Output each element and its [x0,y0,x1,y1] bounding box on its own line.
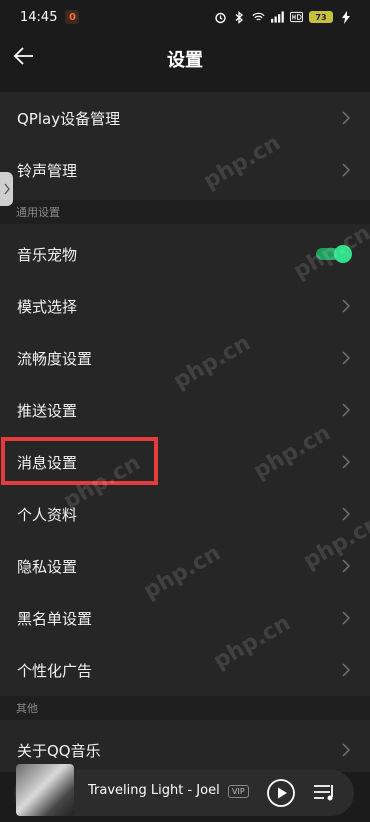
bluetooth-icon [233,10,246,24]
music-pet-toggle[interactable] [316,245,352,263]
mini-player[interactable]: Traveling Light - Joel VIP [14,764,354,816]
chevron-right-icon [342,507,350,521]
header: 设置 [0,34,370,80]
highlight-annotation [1,437,158,485]
row-ringtone[interactable]: 铃声管理 [0,144,370,196]
section-header-other: 其他 [0,696,370,720]
chevron-right-icon [342,611,350,625]
page-title: 设置 [167,50,203,71]
chevron-right-icon [342,351,350,365]
chevron-right-icon [3,183,10,195]
settings-list: QPlay设备管理 铃声管理 通用设置 音乐宠物 模式选择 流畅度设置 推送设置… [0,92,370,772]
status-time: 14:45 [20,9,58,25]
row-label: 音乐宠物 [17,245,78,264]
row-label: 关于QQ音乐 [17,741,101,760]
row-label: 个性化广告 [17,661,93,680]
status-bar: 14:45 0 73 [0,0,370,34]
song-title[interactable]: Traveling Light - Joel [88,783,228,798]
row-label: 黑名单设置 [17,609,93,628]
chevron-right-icon [342,299,350,313]
hd-icon [290,11,303,24]
play-button[interactable] [266,778,296,808]
chevron-right-icon [342,663,350,677]
notification-badge: 0 [65,10,80,24]
charging-icon [339,10,352,24]
chevron-right-icon [342,743,350,757]
vip-badge: VIP [228,785,249,798]
row-label: 隐私设置 [17,557,78,576]
toggle-knob [334,245,352,263]
row-smoothness[interactable]: 流畅度设置 [0,332,370,384]
row-mode-select[interactable]: 模式选择 [0,280,370,332]
chevron-right-icon [342,403,350,417]
wifi-icon [252,11,265,24]
album-cover[interactable] [16,764,74,816]
playlist-icon [314,785,333,801]
chevron-right-icon [342,455,350,469]
chevron-right-icon [342,111,350,125]
alarm-icon [214,11,227,24]
battery-icon: 73 [309,11,333,23]
chevron-right-icon [342,559,350,573]
row-label: 推送设置 [17,401,78,420]
chevron-right-icon [342,163,350,177]
signal-icon [271,11,284,24]
row-personalized-ads[interactable]: 个性化广告 [0,644,370,696]
play-icon [267,779,295,807]
row-privacy[interactable]: 隐私设置 [0,540,370,592]
row-label: 模式选择 [17,297,78,316]
row-label: QPlay设备管理 [17,109,121,128]
side-pull-tab[interactable] [0,172,13,206]
row-profile[interactable]: 个人资料 [0,488,370,540]
row-label: 个人资料 [17,505,78,524]
playlist-button[interactable] [312,781,338,805]
row-label: 铃声管理 [17,161,78,180]
section-header-general: 通用设置 [0,200,370,224]
row-music-pet[interactable]: 音乐宠物 [0,228,370,280]
row-push[interactable]: 推送设置 [0,384,370,436]
row-label: 流畅度设置 [17,349,93,368]
row-blacklist[interactable]: 黑名单设置 [0,592,370,644]
row-qplay[interactable]: QPlay设备管理 [0,92,370,144]
